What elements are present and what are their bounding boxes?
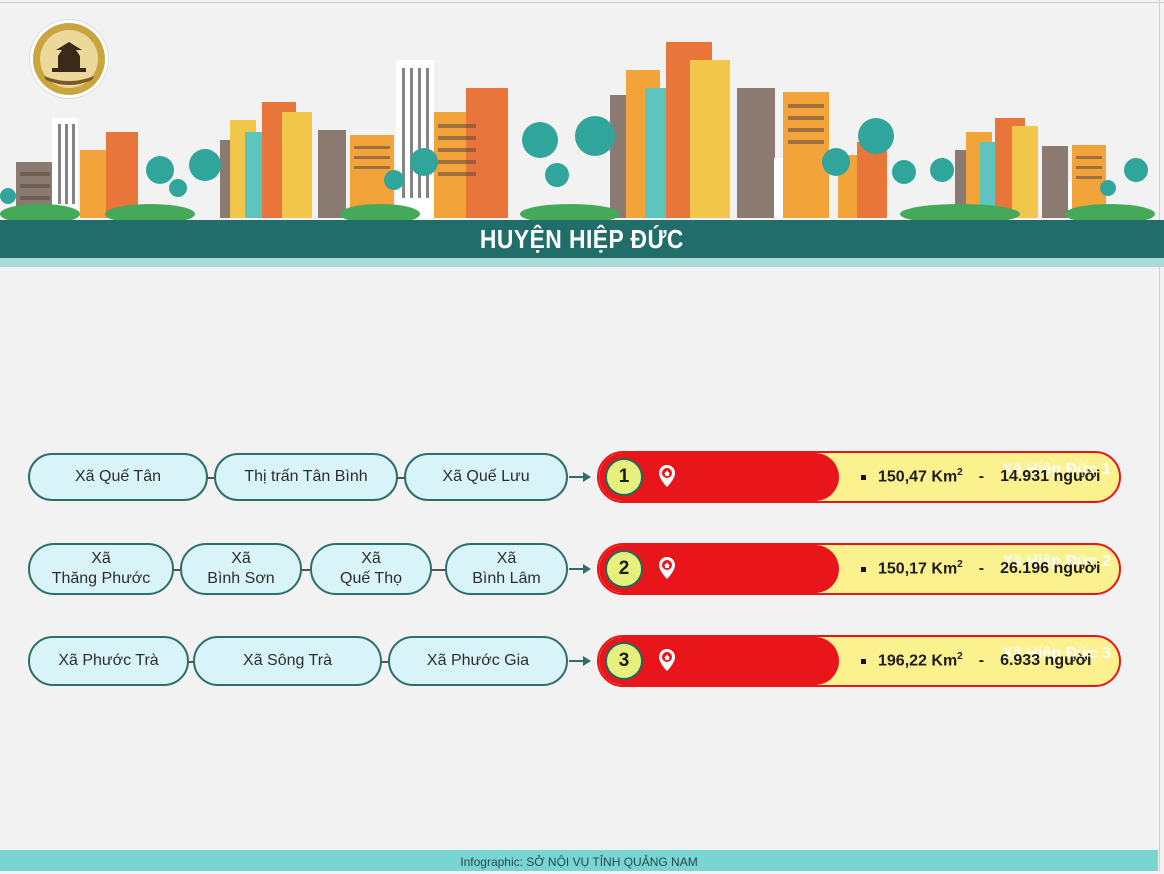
source-label: Xã Quế Tân — [75, 468, 161, 485]
source-commune: Xã Bình Lâm — [445, 543, 568, 595]
area-value: 150,47 Km2 — [878, 467, 963, 486]
source-commune: Xã Quế Thọ — [310, 543, 432, 595]
province-seal-logo — [30, 20, 108, 98]
separator: - — [978, 652, 985, 669]
arrow-right-icon — [569, 656, 591, 666]
city-skyline-illustration — [0, 42, 1155, 220]
footer-credit: Infographic: SỞ NỘI VỤ TỈNH QUẢNG NAM — [0, 850, 1158, 871]
source-commune: Xã Quế Tân — [28, 453, 208, 501]
source-label: Xã — [231, 550, 251, 567]
row-number-badge: 3 — [605, 642, 643, 680]
source-commune: Xã Phước Gia — [388, 636, 568, 686]
page-title: HUYỆN HIỆP ĐỨC — [480, 223, 684, 254]
source-commune: Xã Thăng Phước — [28, 543, 174, 595]
row-number-badge: 1 — [605, 458, 643, 496]
population-value: 26.196 người — [1000, 560, 1101, 577]
source-commune: Xã Bình Sơn — [180, 543, 302, 595]
credit-text: Infographic: SỞ NỘI VỤ TỈNH QUẢNG NAM — [460, 855, 698, 869]
area-value: 196,22 Km2 — [878, 651, 963, 670]
arrow-right-icon — [569, 472, 591, 482]
location-pin-icon — [659, 465, 675, 487]
row-number-badge: 2 — [605, 550, 643, 588]
source-label: Xã Phước Gia — [426, 652, 530, 669]
source-label: Bình Sơn — [207, 570, 275, 587]
source-label: Xã — [91, 550, 111, 567]
source-label: Thăng Phước — [51, 570, 151, 587]
separator: - — [978, 560, 985, 577]
banner-accent-strip — [0, 258, 1164, 267]
source-label: Xã — [361, 550, 381, 567]
commune-stats: 150,17 Km2 - 26.196 người — [861, 545, 1113, 593]
source-label: Xã Phước Trà — [58, 652, 159, 669]
bullet-icon — [861, 566, 866, 572]
merge-row-2: Xã Thăng Phước Xã Bình Sơn Xã Quế Thọ Xã… — [0, 543, 1164, 597]
arrow-right-icon — [569, 564, 591, 574]
bullet-icon — [861, 474, 866, 480]
location-pin-icon — [659, 649, 675, 671]
bullet-icon — [861, 658, 866, 664]
new-commune-card: 3 Xã Hiệp Đức 3 Xã Sông Trà 196,22 Km2 -… — [597, 635, 1121, 687]
title-banner: HUYỆN HIỆP ĐỨC — [0, 220, 1164, 258]
merge-row-3: Xã Phước Trà Xã Sông Trà Xã Phước Gia 3 … — [0, 635, 1164, 689]
commune-stats: 150,47 Km2 - 14.931 người — [861, 453, 1113, 501]
source-commune: Xã Phước Trà — [28, 636, 189, 686]
merge-row-1: Xã Quế Tân Thị trấn Tân Bình Xã Quế Lưu … — [0, 451, 1164, 505]
source-label: Xã Quế Lưu — [442, 468, 530, 485]
source-commune: Thị trấn Tân Bình — [214, 453, 398, 501]
source-commune: Xã Quế Lưu — [404, 453, 568, 501]
source-label: Thị trấn Tân Bình — [244, 468, 368, 485]
source-label: Xã — [496, 550, 517, 567]
new-commune-card: 2 Xã Hiệp Đức 2 Xã Bình Lâm 150,17 Km2 -… — [597, 543, 1121, 595]
source-label: Bình Lâm — [472, 570, 541, 587]
source-label: Quế Thọ — [340, 570, 402, 587]
source-commune: Xã Sông Trà — [193, 636, 382, 686]
commune-stats: 196,22 Km2 - 6.933 người — [861, 637, 1113, 685]
population-value: 6.933 người — [1000, 652, 1092, 669]
area-value: 150,17 Km2 — [878, 559, 963, 578]
population-value: 14.931 người — [1000, 468, 1101, 485]
source-label: Xã Sông Trà — [243, 652, 332, 669]
separator: - — [978, 468, 985, 485]
location-pin-icon — [659, 557, 675, 579]
new-commune-card: 1 Xã Hiệp Đức 1 Thị trấn Tân Bình 150,47… — [597, 451, 1121, 503]
